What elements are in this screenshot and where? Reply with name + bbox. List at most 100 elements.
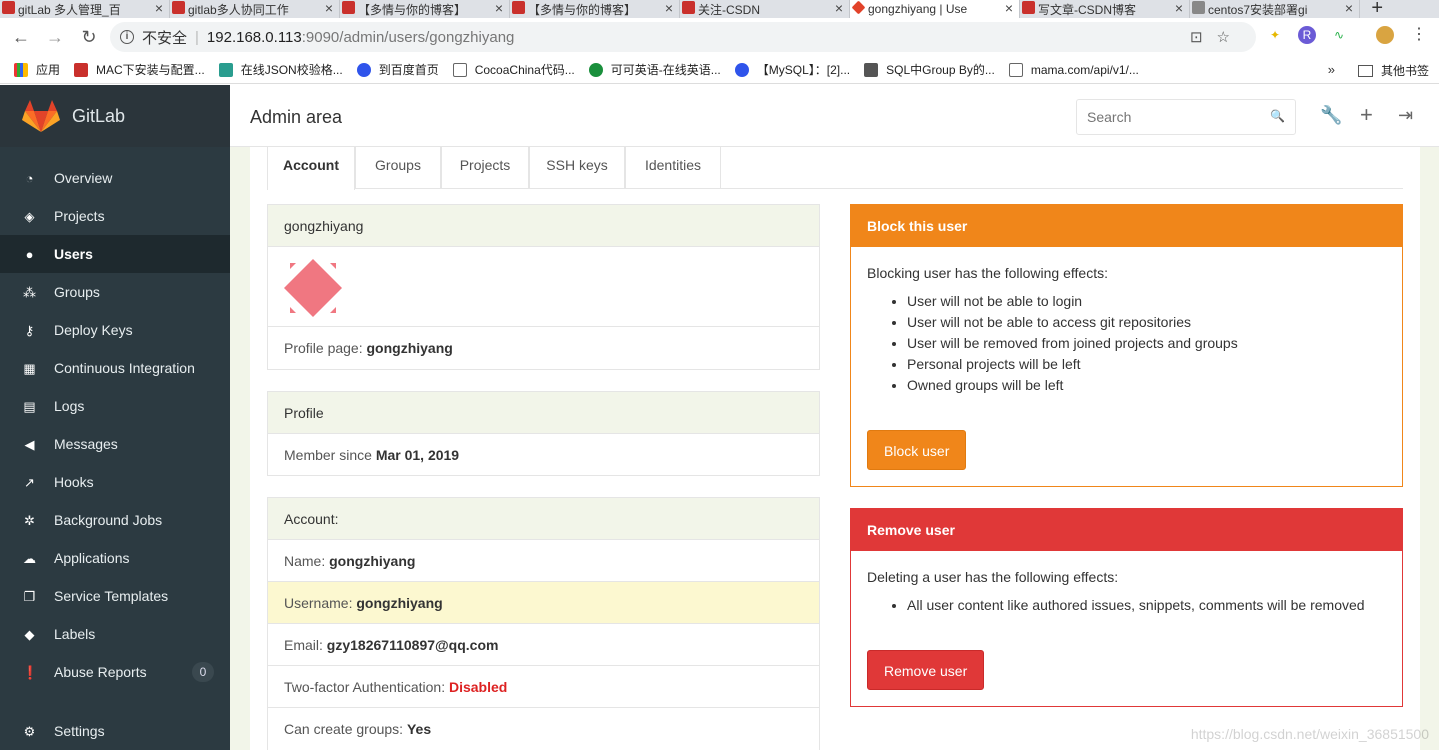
avatar [282, 257, 344, 319]
bookmark-item[interactable]: 在线JSON校验格... [218, 61, 343, 78]
extension-puzzle-icon[interactable]: ✦ [1266, 26, 1284, 44]
wrench-icon[interactable]: 🔧 [1320, 105, 1342, 126]
extension-pulse-icon[interactable]: ∿ [1330, 26, 1348, 44]
tab-close-icon[interactable]: × [495, 0, 503, 16]
remove-user-heading: Remove user [851, 509, 1402, 551]
key-icon: ⚷ [24, 323, 35, 338]
tab-close-icon[interactable]: × [1345, 0, 1353, 16]
bookmark-apps[interactable]: 应用 [14, 61, 60, 78]
bookmarks-bar: 应用 MAC下安装与配置... 在线JSON校验格... 到百度首页 Cocoa… [0, 56, 1439, 84]
sidebar-item-messages[interactable]: ◀ Messages [0, 425, 230, 463]
bookmark-item[interactable]: CocoaChina代码... [452, 61, 575, 78]
bookmarks-overflow-icon[interactable]: » [1328, 62, 1335, 77]
reload-icon[interactable]: ↻ [74, 27, 104, 48]
tab-projects[interactable]: Projects [441, 147, 529, 189]
tab-identities[interactable]: Identities [625, 147, 721, 189]
tab-favicon-icon [1192, 1, 1205, 14]
info-icon[interactable]: i [120, 30, 134, 44]
page-icon [1008, 62, 1023, 77]
sidebar-item-service-templates[interactable]: ❐ Service Templates [0, 577, 230, 615]
bookmark-item[interactable]: 【MySQL】：[2]... [734, 61, 850, 78]
browser-tab[interactable]: 【多情与你的博客】 × [340, 0, 510, 18]
sidebar-item-hooks[interactable]: ↗ Hooks [0, 463, 230, 501]
sidebar-item-logs[interactable]: ▤ Logs [0, 387, 230, 425]
user-detail-content: Account Groups Projects SSH keys Identit… [250, 147, 1420, 750]
tab-close-icon[interactable]: × [665, 0, 673, 16]
tab-close-icon[interactable]: × [1175, 0, 1183, 16]
sidebar-header[interactable]: GitLab [0, 85, 230, 147]
browser-tab[interactable]: centos7安装部署gi × [1190, 0, 1360, 18]
block-user-button[interactable]: Block user [867, 430, 967, 470]
sidebar-item-continuous-integration[interactable]: ▦ Continuous Integration [0, 349, 230, 387]
browser-tab[interactable]: 写文章-CSDN博客 × [1020, 0, 1190, 18]
browser-tab-active[interactable]: gongzhiyang | Use × [850, 0, 1020, 18]
forward-icon[interactable]: → [40, 27, 70, 48]
sidebar-item-overview[interactable]: ◔ Overview [0, 159, 230, 197]
csdn-icon [74, 62, 89, 77]
profile-avatar-icon[interactable] [1376, 26, 1394, 44]
baidu-paw-icon [356, 62, 371, 77]
extension-react-icon[interactable]: R [1298, 26, 1316, 44]
tab-close-icon[interactable]: × [835, 0, 843, 16]
gitlab-logo-icon [22, 100, 60, 132]
baidu-paw-icon [734, 62, 749, 77]
block-user-heading: Block this user [851, 205, 1402, 247]
browser-tab[interactable]: 关注-CSDN × [680, 0, 850, 18]
sidebar-item-projects[interactable]: ◈ Projects [0, 197, 230, 235]
email-link[interactable]: gzy18267110897@qq.com [327, 637, 499, 653]
tab-close-icon[interactable]: × [155, 0, 163, 16]
sidebar-item-settings[interactable]: ⚙ Settings [0, 712, 230, 750]
sidebar-item-applications[interactable]: ☁ Applications [0, 539, 230, 577]
tab-favicon-icon [172, 1, 185, 14]
user-name-heading: gongzhiyang [268, 205, 819, 247]
address-bar[interactable]: i 不安全 | 192.168.0.113 :9090/admin/users/… [110, 22, 1256, 52]
block-effect-item: Personal projects will be left [907, 354, 1402, 375]
new-tab-icon[interactable]: + [1371, 0, 1383, 18]
remove-user-intro: Deleting a user has the following effect… [867, 569, 1119, 585]
browser-tab[interactable]: gitlab多人协同工作 × [170, 0, 340, 18]
bookmark-item[interactable]: MAC下安装与配置... [74, 61, 205, 78]
search-icon[interactable]: 🔍 [1270, 109, 1285, 123]
menu-kebab-icon[interactable]: ⋮ [1410, 26, 1428, 44]
bookmark-item[interactable]: 可可英语-在线英语... [588, 61, 721, 78]
search-input[interactable] [1076, 99, 1296, 135]
block-effect-item: Owned groups will be left [907, 375, 1402, 396]
sign-out-icon[interactable]: ⇥ [1398, 105, 1413, 126]
abuse-reports-count-badge: 0 [192, 662, 214, 682]
account-heading: Account: [268, 498, 819, 540]
bookmark-item[interactable]: mama.com/api/v1/... [1008, 62, 1139, 77]
copy-icon: ❐ [23, 589, 36, 604]
browser-tab[interactable]: gitLab 多人管理_百 × [0, 0, 170, 18]
profile-page-link[interactable]: gongzhiyang [367, 340, 453, 356]
sidebar-item-abuse-reports[interactable]: ❗ Abuse Reports 0 [0, 653, 230, 691]
other-bookmarks[interactable]: 其他书签 [1357, 62, 1429, 79]
sidebar-item-groups[interactable]: ⁂ Groups [0, 273, 230, 311]
tab-groups[interactable]: Groups [355, 147, 441, 189]
avatar-area [268, 247, 819, 327]
tab-close-icon[interactable]: × [325, 0, 333, 16]
building-icon: ▦ [23, 361, 36, 376]
cloud-icon: ☁ [23, 551, 36, 566]
dashboard-icon: ◔ [25, 171, 34, 186]
tab-ssh-keys[interactable]: SSH keys [529, 147, 625, 189]
back-icon[interactable]: ← [6, 27, 36, 48]
can-create-groups-row: Can create groups: Yes [284, 721, 432, 737]
tab-account[interactable]: Account [267, 147, 355, 190]
block-user-panel: Block this user Blocking user has the fo… [850, 204, 1403, 487]
sidebar-item-labels[interactable]: ◆ Labels [0, 615, 230, 653]
json-icon [218, 62, 233, 77]
block-effects-list: User will not be able to login User will… [907, 291, 1402, 396]
bookmark-item[interactable]: 到百度首页 [356, 61, 439, 78]
sidebar-item-users[interactable]: ● Users [0, 235, 230, 273]
sidebar-item-background-jobs[interactable]: ✲ Background Jobs [0, 501, 230, 539]
bookmark-item[interactable]: SQL中Group By的... [864, 61, 995, 78]
plus-icon[interactable]: + [1360, 102, 1373, 128]
page-title: Admin area [250, 107, 343, 127]
sidebar-item-deploy-keys[interactable]: ⚷ Deploy Keys [0, 311, 230, 349]
profile-heading: Profile [268, 392, 819, 434]
tab-close-icon[interactable]: × [1005, 0, 1013, 16]
translate-and-bookmark-icons[interactable]: ⊡☆ [1190, 28, 1244, 46]
browser-tab[interactable]: 【多情与你的博客】 × [510, 0, 680, 18]
remove-user-button[interactable]: Remove user [867, 650, 985, 690]
cogs-icon: ⚙ [23, 724, 36, 739]
